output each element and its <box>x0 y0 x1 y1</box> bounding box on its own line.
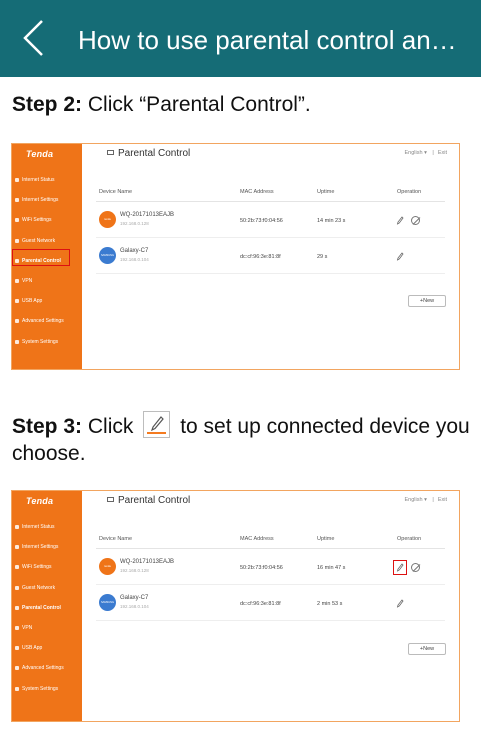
table-row: tenda WQ-20171013EAJB 192.168.0.128 50:2… <box>96 203 445 238</box>
table-header: Device Name MAC Address Uptime Operation <box>96 183 445 202</box>
menu-item: Internet Status <box>12 170 82 190</box>
highlight-box <box>393 560 407 575</box>
edit-pen-icon <box>396 216 404 225</box>
device-avatar: tenda <box>99 558 116 575</box>
menu-item-parental-control: Parental Control <box>12 598 82 618</box>
menu-item: Internet Settings <box>12 190 82 210</box>
page-title: How to use parental control an… <box>78 25 457 55</box>
router-page-title: Parental Control <box>107 148 190 159</box>
step-3-instruction-start: Click <box>87 415 134 438</box>
back-button[interactable] <box>14 18 54 58</box>
tenda-logo: Tenda <box>26 496 54 506</box>
table-row: SAMSUNG Galaxy-C7 192.168.0.104 dc:cf:96… <box>96 586 445 621</box>
block-icon <box>411 563 420 572</box>
menu-item: Internet Status <box>12 517 82 537</box>
block-icon <box>411 216 420 225</box>
edit-pen-icon <box>396 599 404 608</box>
edit-pen-icon <box>396 252 404 261</box>
table-header: Device Name MAC Address Uptime Operation <box>96 530 445 549</box>
router-menu: Internet Status Internet Settings WiFi S… <box>12 517 82 699</box>
step-2-label: Step 2: <box>12 93 83 116</box>
menu-item: VPN <box>12 271 82 291</box>
menu-item: Internet Settings <box>12 537 82 557</box>
menu-item: Advanced Settings <box>12 658 82 678</box>
step-2-text: Step 2: Click “Parental Control”. <box>12 92 311 118</box>
menu-item: WiFi Settings <box>12 210 82 230</box>
step-3-label: Step 3: <box>12 415 83 438</box>
device-avatar: tenda <box>99 211 116 228</box>
router-sidebar: Tenda Internet Status Internet Settings … <box>12 491 82 721</box>
step-2-instruction: Click “Parental Control”. <box>87 93 311 116</box>
router-sidebar: Tenda Internet Status Internet Settings … <box>12 144 82 369</box>
menu-item: System Settings <box>12 332 82 352</box>
new-button: +New <box>408 295 446 307</box>
operation-cell <box>396 598 426 610</box>
table-row: tenda WQ-20171013EAJB 192.168.0.128 50:2… <box>96 550 445 585</box>
tenda-logo: Tenda <box>26 149 54 159</box>
app-bar: How to use parental control an… <box>0 0 481 77</box>
menu-item: VPN <box>12 618 82 638</box>
menu-item: Advanced Settings <box>12 311 82 331</box>
monitor-icon <box>107 497 114 502</box>
step-3-text: Step 3: Click to set up connected device… <box>12 411 472 467</box>
menu-item: WiFi Settings <box>12 557 82 577</box>
monitor-icon <box>107 150 114 155</box>
router-page-title: Parental Control <box>107 495 190 506</box>
menu-item: Guest Network <box>12 578 82 598</box>
menu-item: System Settings <box>12 679 82 699</box>
new-button: +New <box>408 643 446 655</box>
language-selector: English ▾ | Exit <box>404 150 447 156</box>
operation-cell <box>393 560 426 575</box>
device-avatar: SAMSUNG <box>99 247 116 264</box>
language-selector: English ▾ | Exit <box>404 497 447 503</box>
device-avatar: SAMSUNG <box>99 594 116 611</box>
highlight-box <box>12 249 70 266</box>
menu-item: USB App <box>12 638 82 658</box>
router-content: Parental Control English ▾ | Exit Device … <box>82 491 459 721</box>
router-screenshot-step-2: Tenda Internet Status Internet Settings … <box>11 143 460 370</box>
router-screenshot-step-3: Tenda Internet Status Internet Settings … <box>11 490 460 722</box>
router-content: Parental Control English ▾ | Exit Device … <box>82 144 459 369</box>
operation-cell <box>396 215 426 227</box>
menu-item: Guest Network <box>12 231 82 251</box>
edit-pen-icon <box>143 411 171 438</box>
table-row: SAMSUNG Galaxy-C7 192.168.0.104 dc:cf:96… <box>96 239 445 274</box>
menu-item: USB App <box>12 291 82 311</box>
chevron-left-icon <box>23 20 43 56</box>
operation-cell <box>396 251 426 263</box>
